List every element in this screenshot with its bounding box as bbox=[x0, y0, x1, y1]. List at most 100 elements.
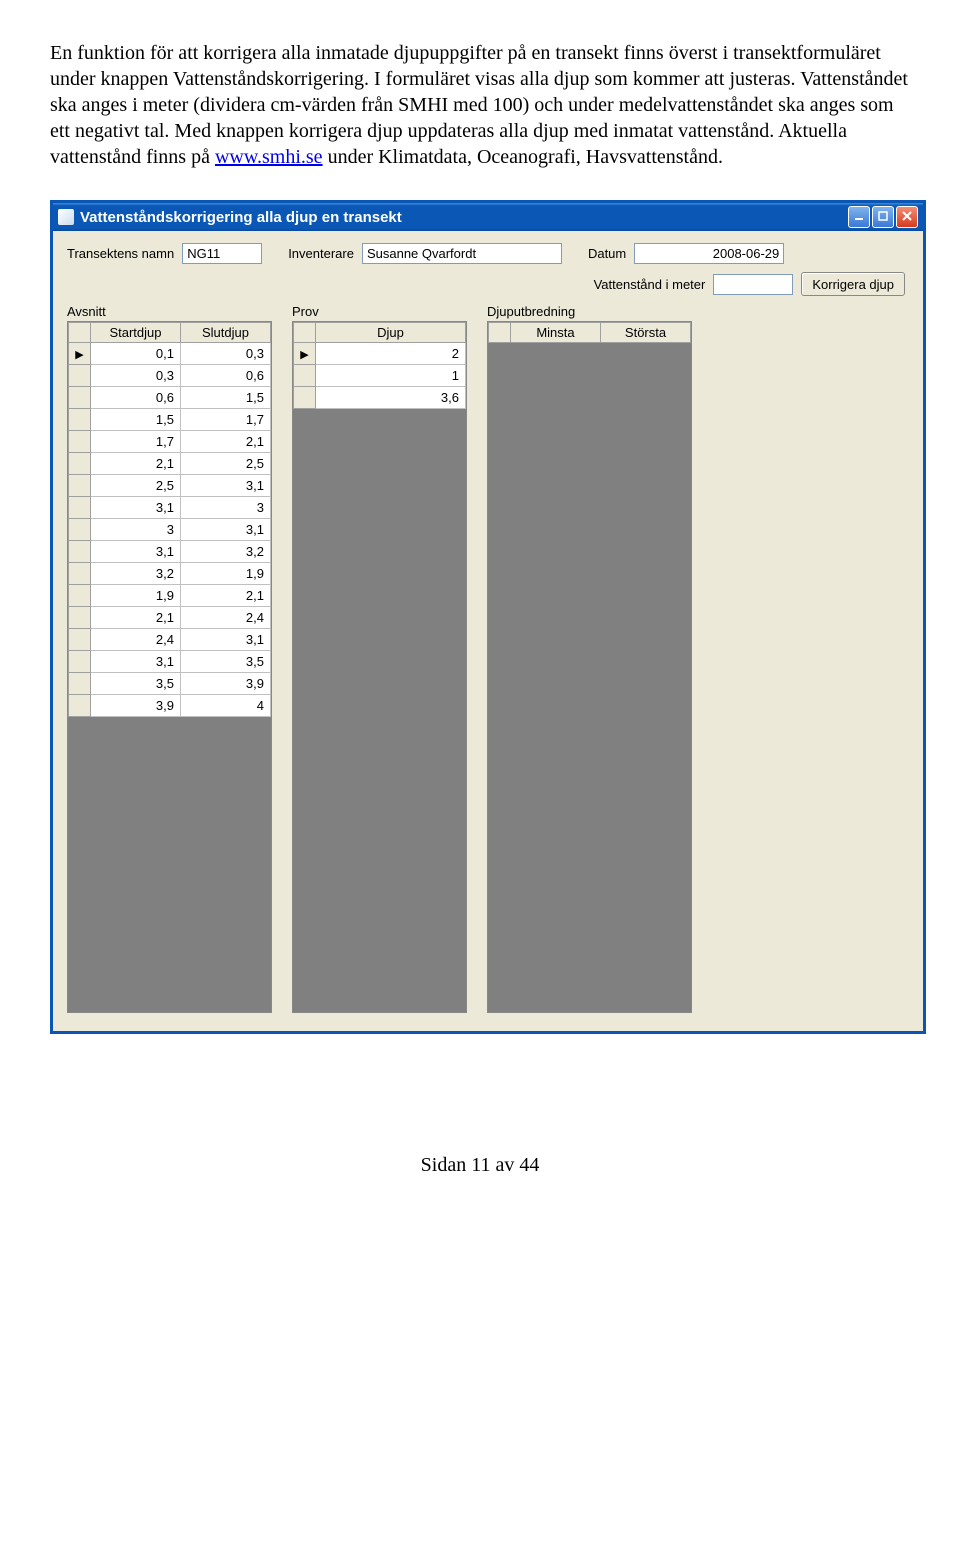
row-selector[interactable] bbox=[69, 541, 91, 563]
grids-container: Avsnitt Startdjup Slutdjup ▶0,10,30,30,6… bbox=[67, 304, 909, 1013]
inventerare-input[interactable] bbox=[362, 243, 562, 264]
table-row[interactable]: 2,53,1 bbox=[69, 475, 271, 497]
table-row[interactable]: 33,1 bbox=[69, 519, 271, 541]
table-row[interactable]: 2,12,4 bbox=[69, 607, 271, 629]
row-selector[interactable] bbox=[69, 431, 91, 453]
table-row[interactable]: 3,13 bbox=[69, 497, 271, 519]
vattenstand-input[interactable] bbox=[713, 274, 793, 295]
col-header: Minsta bbox=[511, 323, 601, 343]
row-selector[interactable] bbox=[69, 651, 91, 673]
cell[interactable]: 3,9 bbox=[181, 673, 271, 695]
cell[interactable]: 3,2 bbox=[181, 541, 271, 563]
row-selector[interactable] bbox=[69, 453, 91, 475]
cell[interactable]: 0,3 bbox=[91, 365, 181, 387]
table-row[interactable]: 3,94 bbox=[69, 695, 271, 717]
table-row[interactable]: 0,61,5 bbox=[69, 387, 271, 409]
avsnitt-grid[interactable]: Startdjup Slutdjup ▶0,10,30,30,60,61,51,… bbox=[67, 321, 272, 1013]
cell[interactable]: 2,1 bbox=[181, 585, 271, 607]
cell[interactable]: 4 bbox=[181, 695, 271, 717]
top-fields-row: Transektens namn Inventerare Datum bbox=[67, 243, 909, 264]
cell[interactable]: 3,5 bbox=[181, 651, 271, 673]
maximize-button[interactable] bbox=[872, 206, 894, 228]
smhi-link[interactable]: www.smhi.se bbox=[215, 146, 323, 168]
korrigera-djup-button[interactable]: Korrigera djup bbox=[801, 272, 905, 296]
row-selector[interactable]: ▶ bbox=[69, 343, 91, 365]
row-selector[interactable] bbox=[69, 607, 91, 629]
cell[interactable]: 3,9 bbox=[91, 695, 181, 717]
row-selector[interactable]: ▶ bbox=[294, 343, 316, 365]
table-row[interactable]: 1,51,7 bbox=[69, 409, 271, 431]
cell[interactable]: 2,1 bbox=[181, 431, 271, 453]
table-header-row: Startdjup Slutdjup bbox=[69, 323, 271, 343]
table-row[interactable]: 1,72,1 bbox=[69, 431, 271, 453]
row-selector[interactable] bbox=[69, 519, 91, 541]
table-row[interactable]: 3,53,9 bbox=[69, 673, 271, 695]
cell[interactable]: 1,7 bbox=[91, 431, 181, 453]
cell[interactable]: 0,3 bbox=[181, 343, 271, 365]
cell[interactable]: 0,6 bbox=[91, 387, 181, 409]
cell[interactable]: 2,4 bbox=[91, 629, 181, 651]
row-selector[interactable] bbox=[69, 695, 91, 717]
row-selector[interactable] bbox=[69, 409, 91, 431]
transekt-input[interactable] bbox=[182, 243, 262, 264]
cell[interactable]: 2,1 bbox=[91, 453, 181, 475]
cell[interactable]: 1 bbox=[316, 365, 466, 387]
table-row[interactable]: 2,12,5 bbox=[69, 453, 271, 475]
cell[interactable]: 2,4 bbox=[181, 607, 271, 629]
cell[interactable]: 1,7 bbox=[181, 409, 271, 431]
table-row[interactable]: 3,6 bbox=[294, 387, 466, 409]
cell[interactable]: 1,9 bbox=[181, 563, 271, 585]
row-selector[interactable] bbox=[69, 387, 91, 409]
table-header-row: Djup bbox=[294, 323, 466, 343]
cell[interactable]: 1,5 bbox=[181, 387, 271, 409]
row-selector[interactable] bbox=[69, 585, 91, 607]
cell[interactable]: 3,1 bbox=[181, 629, 271, 651]
cell[interactable]: 3,5 bbox=[91, 673, 181, 695]
cell[interactable]: 3,1 bbox=[91, 497, 181, 519]
table-row[interactable]: ▶2 bbox=[294, 343, 466, 365]
table-row[interactable]: 1,92,1 bbox=[69, 585, 271, 607]
prov-grid[interactable]: Djup ▶213,6 bbox=[292, 321, 467, 1013]
cell[interactable]: 2,5 bbox=[181, 453, 271, 475]
row-selector[interactable] bbox=[69, 497, 91, 519]
cell[interactable]: 3,2 bbox=[91, 563, 181, 585]
cell[interactable]: 1,9 bbox=[91, 585, 181, 607]
row-selector[interactable] bbox=[294, 365, 316, 387]
cell[interactable]: 3,1 bbox=[91, 651, 181, 673]
row-selector[interactable] bbox=[69, 563, 91, 585]
table-row[interactable]: 1 bbox=[294, 365, 466, 387]
djuputbredning-grid[interactable]: Minsta Största bbox=[487, 321, 692, 1013]
form-icon bbox=[58, 209, 74, 225]
row-selector[interactable] bbox=[69, 475, 91, 497]
document-paragraph: En funktion för att korrigera alla inmat… bbox=[50, 40, 910, 170]
cell[interactable]: 3,1 bbox=[181, 519, 271, 541]
cell[interactable]: 3 bbox=[181, 497, 271, 519]
cell[interactable]: 3,1 bbox=[91, 541, 181, 563]
cell[interactable]: 2,5 bbox=[91, 475, 181, 497]
minimize-icon bbox=[854, 211, 864, 221]
cell[interactable]: 3,1 bbox=[181, 475, 271, 497]
dialog-window: Vattenståndskorrigering alla djup en tra… bbox=[50, 200, 926, 1034]
cell[interactable]: 3,6 bbox=[316, 387, 466, 409]
cell[interactable]: 2,1 bbox=[91, 607, 181, 629]
cell[interactable]: 0,6 bbox=[181, 365, 271, 387]
row-selector[interactable] bbox=[69, 629, 91, 651]
row-selector[interactable] bbox=[69, 673, 91, 695]
titlebar: Vattenståndskorrigering alla djup en tra… bbox=[53, 203, 923, 231]
table-row[interactable]: 3,13,2 bbox=[69, 541, 271, 563]
table-row[interactable]: 3,21,9 bbox=[69, 563, 271, 585]
table-row[interactable]: 0,30,6 bbox=[69, 365, 271, 387]
cell[interactable]: 3 bbox=[91, 519, 181, 541]
table-row[interactable]: ▶0,10,3 bbox=[69, 343, 271, 365]
table-row[interactable]: 3,13,5 bbox=[69, 651, 271, 673]
close-button[interactable] bbox=[896, 206, 918, 228]
cell[interactable]: 0,1 bbox=[91, 343, 181, 365]
cell[interactable]: 2 bbox=[316, 343, 466, 365]
row-selector[interactable] bbox=[69, 365, 91, 387]
cell[interactable]: 1,5 bbox=[91, 409, 181, 431]
row-selector[interactable] bbox=[294, 387, 316, 409]
datum-input[interactable] bbox=[634, 243, 784, 264]
table-row[interactable]: 2,43,1 bbox=[69, 629, 271, 651]
rowhead-corner bbox=[489, 323, 511, 343]
minimize-button[interactable] bbox=[848, 206, 870, 228]
